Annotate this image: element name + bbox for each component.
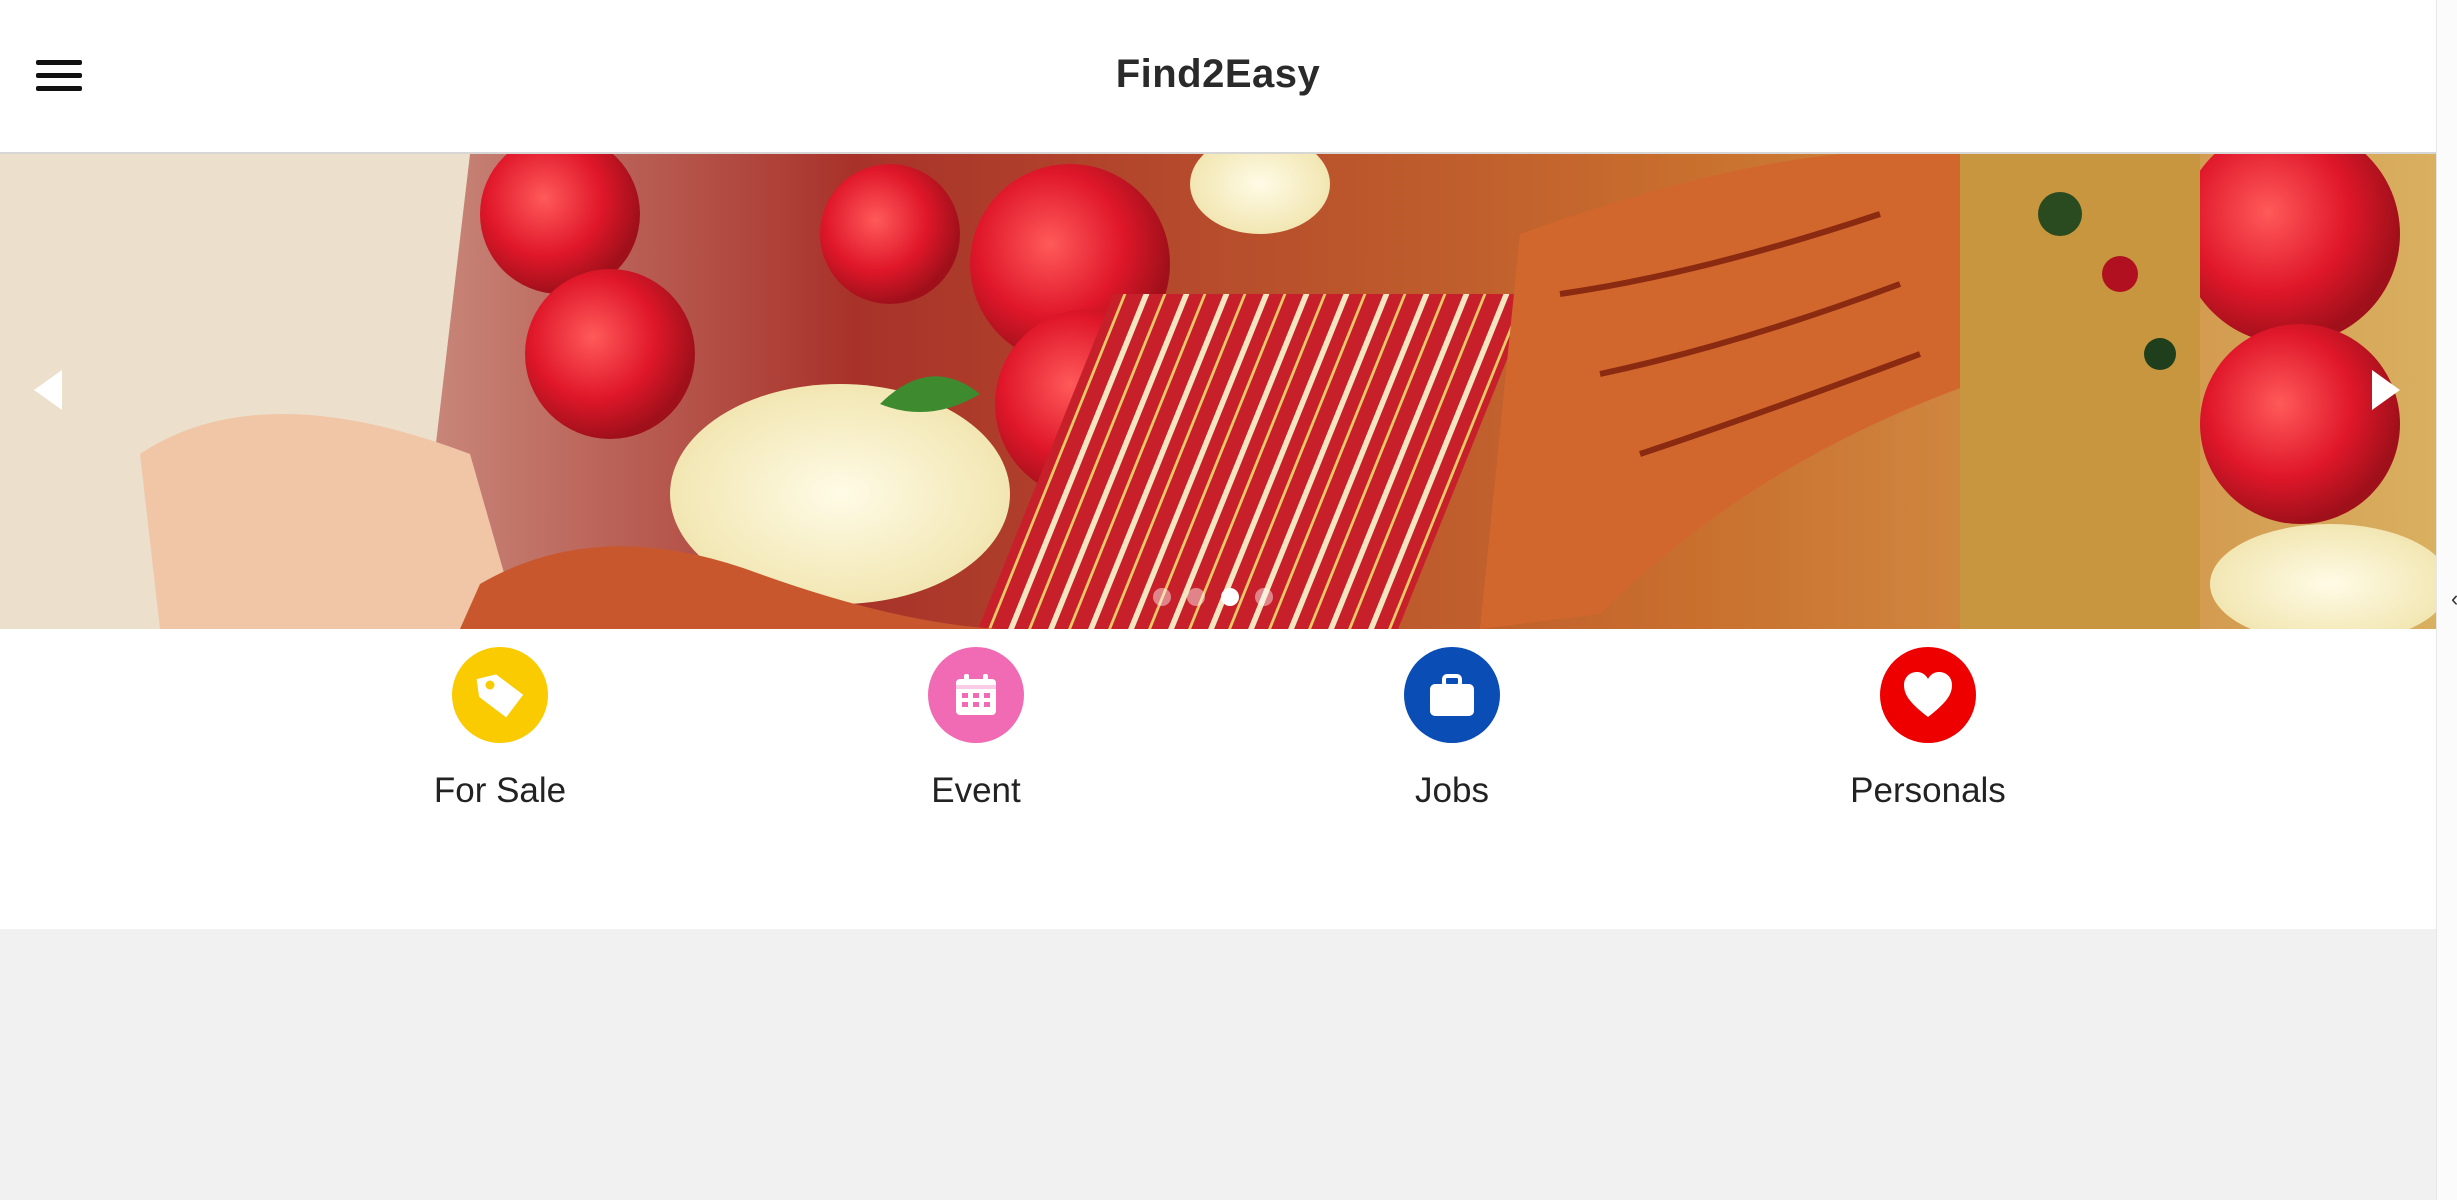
- carousel-indicators: [1153, 588, 1273, 606]
- chevron-left-icon: ‹: [2451, 586, 2457, 612]
- category-jobs[interactable]: Jobs: [1322, 647, 1582, 811]
- carousel-dot[interactable]: [1187, 588, 1205, 606]
- category-label: Jobs: [1415, 771, 1489, 810]
- category-label: Event: [931, 771, 1021, 810]
- app-title: Find2Easy: [1115, 52, 1321, 96]
- carousel-dot-active[interactable]: [1221, 588, 1239, 606]
- carousel-dot[interactable]: [1255, 588, 1273, 606]
- image-carousel[interactable]: [0, 154, 2436, 629]
- calendar-icon: [928, 647, 1024, 743]
- app-page: Find2Easy For Sale Event Jobs Personals: [0, 0, 2436, 1200]
- heart-icon: [1880, 647, 1976, 743]
- carousel-slide-image: [0, 154, 2436, 629]
- category-list: For Sale Event Jobs Personals: [0, 629, 2436, 929]
- briefcase-icon: [1404, 647, 1500, 743]
- category-for-sale[interactable]: For Sale: [370, 647, 630, 811]
- window-edge: ‹: [2436, 0, 2457, 1200]
- category-event[interactable]: Event: [846, 647, 1106, 811]
- carousel-dot[interactable]: [1153, 588, 1171, 606]
- tag-icon: [452, 647, 548, 743]
- category-personals[interactable]: Personals: [1798, 647, 2058, 811]
- category-label: Personals: [1850, 771, 2006, 810]
- chevron-right-icon[interactable]: [2372, 370, 2400, 410]
- category-label: For Sale: [433, 771, 567, 810]
- chevron-left-icon[interactable]: [34, 370, 62, 410]
- app-header: Find2Easy: [0, 0, 2436, 154]
